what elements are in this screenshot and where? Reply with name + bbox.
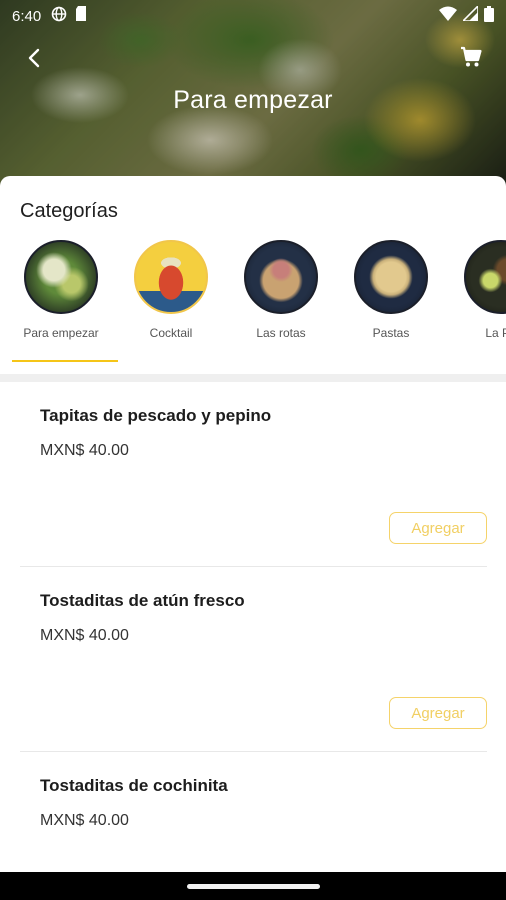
menu-item-price: MXN$ 40.00 <box>40 442 129 459</box>
category-image <box>244 240 318 314</box>
category-label: Pastas <box>372 326 410 340</box>
category-label: La Pe <box>485 326 506 340</box>
category-item-para-empezar[interactable]: Para empezar <box>6 240 118 364</box>
cart-icon <box>459 45 483 74</box>
battery-icon <box>484 5 494 27</box>
section-divider <box>0 374 506 382</box>
category-item-las-rotas[interactable]: Las rotas <box>226 240 336 364</box>
add-to-cart-button[interactable]: Agregar <box>389 512 487 544</box>
category-item-pastas[interactable]: Pastas <box>336 240 446 364</box>
back-arrow-icon <box>26 47 42 74</box>
cart-button[interactable] <box>456 44 486 74</box>
system-navigation-bar <box>0 872 506 900</box>
category-label: Para empezar <box>23 326 99 340</box>
globe-icon <box>51 6 67 27</box>
categories-title: Categorías <box>20 200 118 222</box>
category-image <box>134 240 208 314</box>
category-active-indicator <box>12 360 118 362</box>
status-time: 6:40 <box>12 7 42 25</box>
page-title: Para empezar <box>173 86 333 114</box>
content-sheet: Categorías Para empezar Cocktail Las rot… <box>0 176 506 872</box>
category-image <box>24 240 98 314</box>
menu-item-name: Tapitas de pescado y pepino <box>40 406 272 425</box>
status-bar: 6:40 <box>0 0 506 32</box>
categories-carousel[interactable]: Para empezar Cocktail Las rotas Pastas L… <box>0 240 506 366</box>
category-label: Las rotas <box>256 326 306 340</box>
wifi-icon <box>439 6 457 26</box>
add-to-cart-button[interactable]: Agregar <box>389 697 487 729</box>
signal-icon <box>461 4 479 26</box>
category-item-la-pe[interactable]: La Pe <box>446 240 506 364</box>
menu-item-name: Tostaditas de atún fresco <box>40 591 245 610</box>
menu-item[interactable]: Tapitas de pescado y pepino MXN$ 40.00 A… <box>0 382 506 567</box>
category-item-cocktail[interactable]: Cocktail <box>116 240 226 364</box>
category-image <box>464 240 506 314</box>
menu-item-price: MXN$ 40.00 <box>40 812 129 829</box>
home-gesture-handle[interactable] <box>187 884 320 889</box>
back-button[interactable] <box>20 46 48 74</box>
category-image <box>354 240 428 314</box>
sim-card-icon <box>75 6 87 26</box>
menu-item-price: MXN$ 40.00 <box>40 627 129 644</box>
menu-item-name: Tostaditas de cochinita <box>40 776 228 795</box>
menu-item-list: Tapitas de pescado y pepino MXN$ 40.00 A… <box>0 382 506 900</box>
menu-item[interactable]: Tostaditas de atún fresco MXN$ 40.00 Agr… <box>0 567 506 752</box>
category-label: Cocktail <box>149 326 193 340</box>
